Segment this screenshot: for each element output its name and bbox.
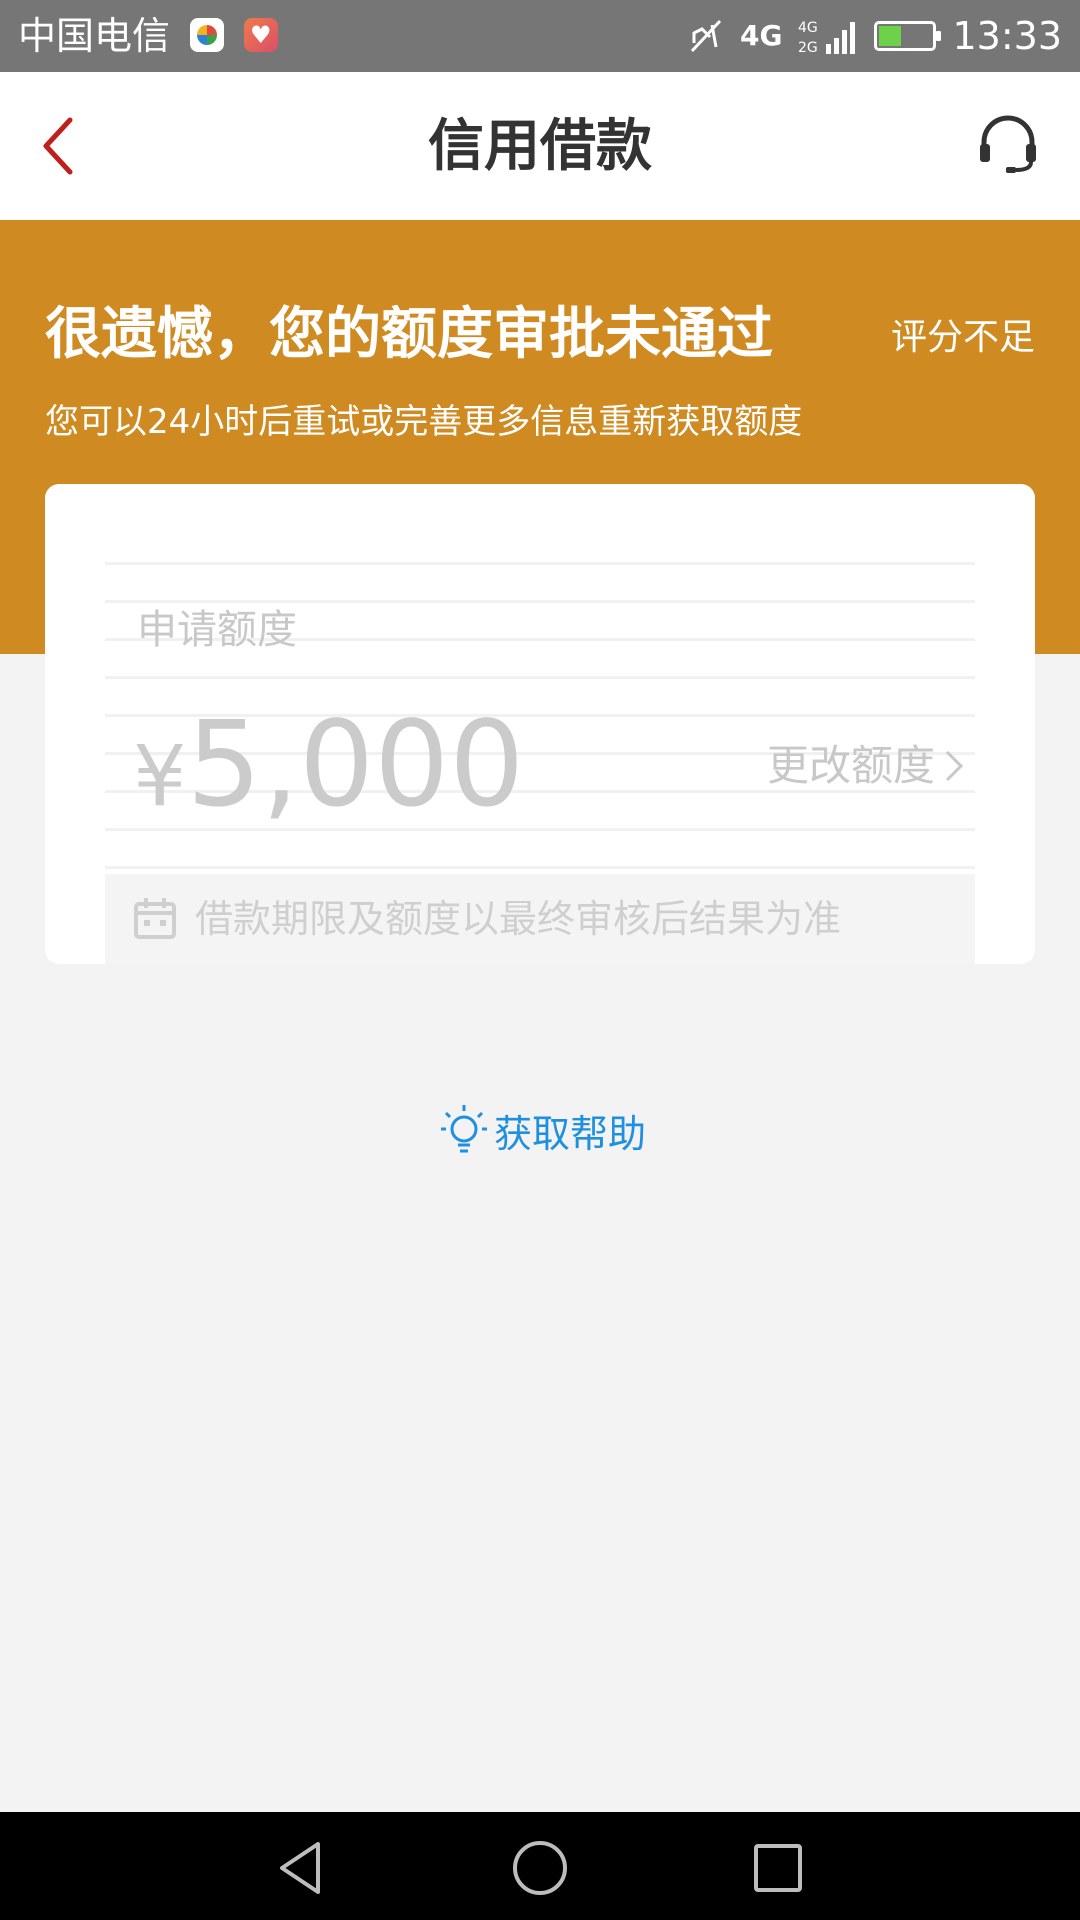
amount-label: 申请额度 [137, 607, 297, 653]
notice-text: 借款期限及额度以最终审核后结果为准 [195, 897, 842, 941]
result-reason: 评分不足 [890, 317, 1035, 358]
nav-home-icon[interactable] [510, 1838, 570, 1898]
health-app-icon [244, 18, 278, 52]
status-icons: 4G 4G 2G 13:33 [686, 8, 1062, 64]
signal-icon: 4G 2G [798, 20, 856, 56]
status-bar: 中国电信 4G 4G 2G 13:33 [0, 0, 1080, 72]
mute-icon [690, 19, 722, 53]
svg-text:2G: 2G [798, 40, 818, 56]
battery-icon [874, 21, 942, 51]
title-bar: 信用借款 [0, 72, 1080, 220]
svg-text:4G: 4G [798, 20, 818, 36]
loan-notice: 借款期限及额度以最终审核后结果为准 [105, 874, 975, 964]
get-help-label: 获取帮助 [494, 1111, 647, 1156]
result-headline: 很遗憾，您的额度审批未通过 [45, 302, 773, 367]
carrier-label: 中国电信 [18, 14, 171, 58]
notification-app-icon [190, 18, 224, 52]
page-title: 信用借款 [428, 114, 652, 179]
amount-card: 申请额度 ¥5,000 更改额度 借款期限及额度以最终审核后结果为准 [45, 484, 1035, 964]
clock: 13:33 [952, 14, 1062, 58]
headset-icon[interactable] [976, 112, 1040, 176]
amount-value: ¥5,000 [133, 704, 524, 860]
get-help-link[interactable]: 获取帮助 [440, 1100, 646, 1160]
currency-symbol: ¥ [133, 727, 187, 825]
result-subline: 您可以24小时后重试或完善更多信息重新获取额度 [45, 402, 803, 442]
nav-back-icon[interactable] [272, 1838, 332, 1898]
system-nav-bar [0, 1812, 1080, 1920]
chevron-right-icon [945, 750, 964, 782]
change-amount-link[interactable]: 更改额度 [767, 740, 965, 792]
lightbulb-icon [441, 1105, 487, 1153]
network-type-label: 4G [740, 19, 783, 52]
calendar-icon [134, 898, 176, 939]
amount-number: 5,000 [186, 695, 525, 833]
change-amount-label: 更改额度 [766, 741, 935, 790]
nav-recents-icon[interactable] [748, 1838, 808, 1898]
